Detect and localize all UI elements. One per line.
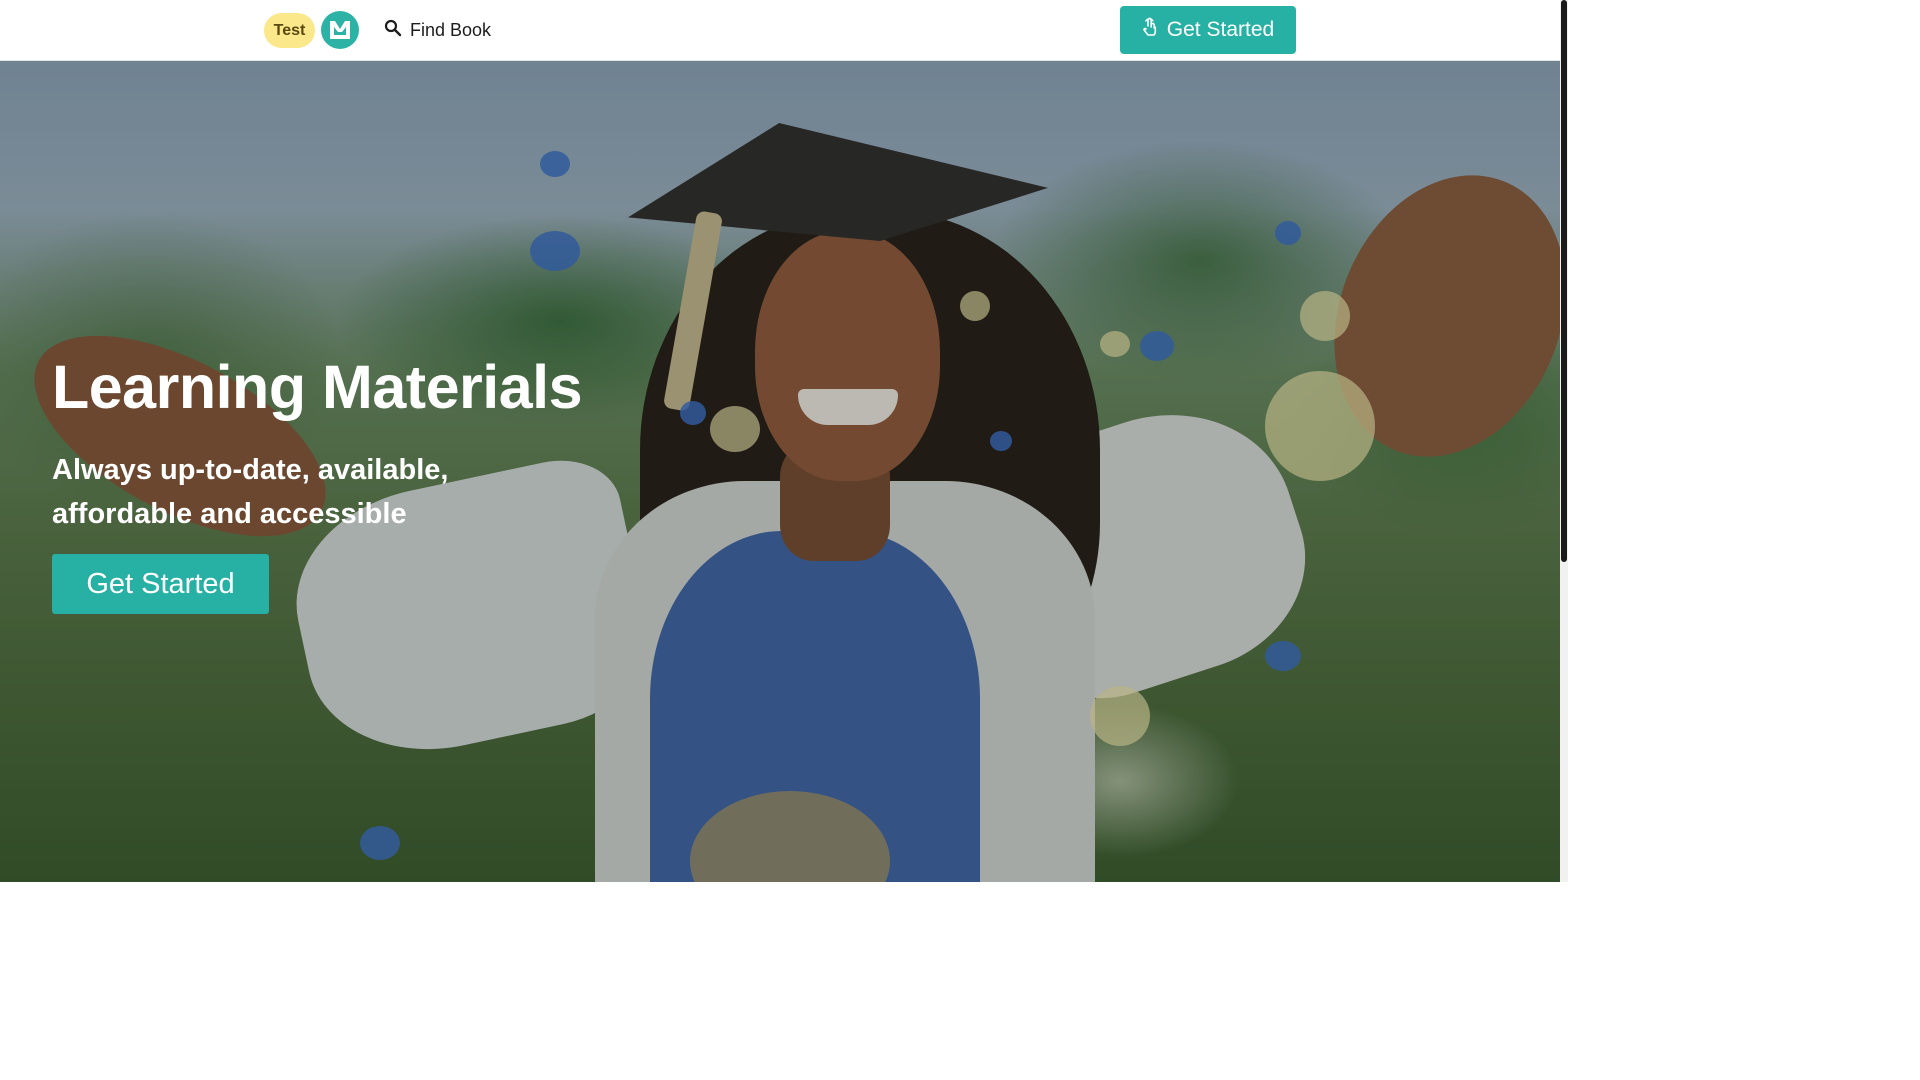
find-book-link[interactable]: Find Book (384, 17, 491, 43)
hero-subtitle: Always up-to-date, available, affordable… (52, 454, 449, 530)
scrollbar-thumb[interactable] (1561, 0, 1567, 562)
hero-get-started-button[interactable]: Get Started (52, 554, 269, 614)
lm-logo-icon[interactable] (321, 11, 359, 49)
test-badge: Test (264, 13, 315, 48)
landing-page: Test Find Book Get Started Learning Mate… (0, 0, 1568, 882)
touch-hand-icon (1142, 17, 1158, 43)
nav-get-started-label: Get Started (1166, 18, 1275, 41)
top-navbar: Test Find Book Get Started (0, 0, 1560, 61)
nav-get-started-button[interactable]: Get Started (1120, 6, 1296, 54)
find-book-label: Find Book (410, 19, 492, 40)
search-icon (384, 19, 402, 42)
hero-title: Learning Materials (52, 353, 583, 421)
